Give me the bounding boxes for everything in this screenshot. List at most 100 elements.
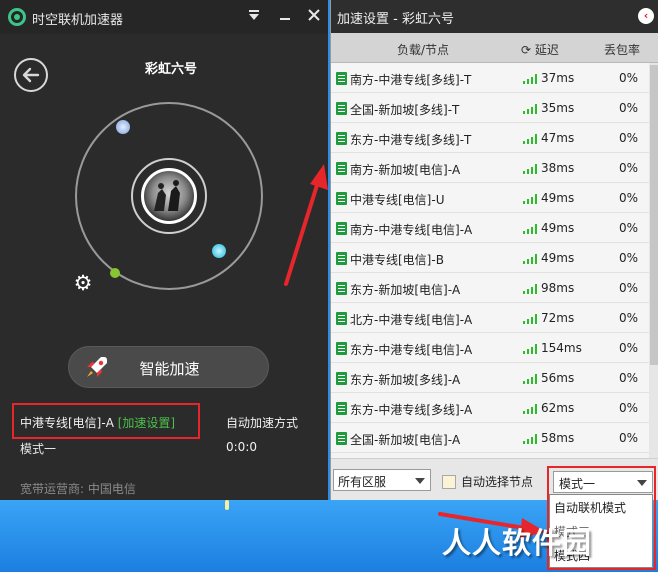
header-node[interactable]: 负载/节点: [397, 41, 449, 58]
node-name: 东方-新加坡[电信]-A: [350, 283, 461, 297]
signal-icon: [523, 374, 539, 384]
region-select[interactable]: 所有区服: [333, 469, 431, 491]
node-name: 南方-新加坡[电信]-A: [350, 163, 461, 177]
signal-icon: [523, 134, 539, 144]
main-window: 时空联机加速器 彩虹六号 ⚙ 智能加速 中港专线[电信]-A [加速设置] 模式…: [0, 0, 328, 500]
current-node-name: 中港专线[电信]-A: [20, 416, 114, 430]
node-name: 全国-新加坡[电信]-A: [350, 433, 461, 447]
server-icon: [336, 72, 347, 85]
table-row[interactable]: 南方-中港专线[电信]-A 49ms 0%: [331, 213, 649, 243]
smart-boost-button[interactable]: 智能加速: [68, 346, 269, 388]
node-loss: 0%: [619, 281, 639, 295]
header-loss[interactable]: 丢包率: [604, 41, 640, 58]
node-name: 全国-新加坡[多线]-T: [350, 103, 460, 117]
table-row[interactable]: 东方-新加坡[多线]-A 56ms 0%: [331, 363, 649, 393]
boost-label: 智能加速: [139, 360, 200, 378]
table-row[interactable]: 东方-新加坡[电信]-A 98ms 0%: [331, 273, 649, 303]
table-header: 负载/节点 ⟳ 延迟 丢包率: [331, 33, 658, 63]
node-name: 南方-中港专线[电信]-A: [350, 223, 473, 237]
node-ping: 72ms: [541, 311, 575, 325]
game-title: 彩虹六号: [144, 62, 197, 77]
node-loss: 0%: [619, 401, 639, 415]
signal-icon: [523, 224, 539, 234]
mode-label: 模式一: [20, 442, 57, 456]
header-ping-label: 延迟: [534, 43, 559, 57]
node-ping: 49ms: [541, 251, 575, 265]
node-name: 东方-中港专线[多线]-A: [350, 403, 473, 417]
signal-icon: [523, 284, 539, 294]
node-loss: 0%: [619, 221, 639, 235]
settings-panel: 加速设置 - 彩虹六号 ‹ 负载/节点 ⟳ 延迟 丢包率 南方-中港专线[多线]…: [330, 0, 658, 500]
scrollbar-thumb[interactable]: [650, 65, 658, 365]
node-loss: 0%: [619, 311, 639, 325]
scrollbar[interactable]: [649, 63, 658, 458]
minimize-icon[interactable]: [274, 6, 296, 28]
table-row[interactable]: 南方-新加坡[电信]-A 38ms 0%: [331, 153, 649, 183]
close-icon[interactable]: [303, 6, 325, 28]
node-ping: 154ms: [541, 341, 582, 355]
signal-icon: [523, 434, 539, 444]
node-ping: 49ms: [541, 191, 575, 205]
node-loss: 0%: [619, 131, 639, 145]
annotation-arrow: [284, 164, 328, 286]
node-list: 南方-中港专线[多线]-T 37ms 0% 全国-新加坡[多线]-T 35ms 0% 东方-…: [331, 63, 649, 458]
game-avatar: [141, 168, 197, 224]
table-row[interactable]: 南方-中港专线[多线]-T 37ms 0%: [331, 63, 649, 93]
node-loss: 0%: [619, 371, 639, 385]
menu-dropdown-icon[interactable]: [243, 6, 265, 28]
table-row[interactable]: 中港专线[电信]-B 49ms 0%: [331, 243, 649, 273]
node-ping: 37ms: [541, 71, 575, 85]
orbit-node-dot: [116, 120, 130, 134]
table-row[interactable]: 东方-中港专线[电信]-A 154ms 0%: [331, 333, 649, 363]
server-icon: [336, 192, 347, 205]
title-bar: 时空联机加速器: [0, 0, 328, 34]
node-name: 北方-中港专线[电信]-A: [350, 313, 473, 327]
node-settings-link[interactable]: [加速设置]: [118, 416, 175, 430]
server-icon: [336, 312, 347, 325]
signal-icon: [523, 74, 539, 84]
node-name: 东方-中港专线[多线]-T: [350, 133, 472, 147]
panel-title-bar: 加速设置 - 彩虹六号 ‹: [331, 0, 658, 33]
node-name: 东方-新加坡[多线]-A: [350, 373, 461, 387]
panel-back-icon[interactable]: ‹: [638, 8, 654, 24]
signal-icon: [523, 194, 539, 204]
node-name: 中港专线[电信]-B: [350, 253, 444, 267]
server-icon: [336, 432, 347, 445]
table-row[interactable]: 东方-中港专线[多线]-A 62ms 0%: [331, 393, 649, 423]
orbit-node-dot: [212, 244, 226, 258]
node-loss: 0%: [619, 431, 639, 445]
app-logo-icon: [8, 8, 26, 26]
node-loss: 0%: [619, 191, 639, 205]
chevron-down-icon: [415, 478, 425, 484]
current-node: 中港专线[电信]-A [加速设置]: [20, 414, 175, 431]
node-name: 中港专线[电信]-U: [350, 193, 445, 207]
panel-title: 加速设置 - 彩虹六号: [337, 12, 454, 27]
node-name: 东方-中港专线[电信]-A: [350, 343, 473, 357]
auto-select-label: 自动选择节点: [461, 475, 534, 489]
server-icon: [336, 162, 347, 175]
header-ping[interactable]: ⟳ 延迟: [521, 41, 559, 58]
signal-icon: [523, 164, 539, 174]
elapsed-time: 0:0:0: [226, 440, 257, 454]
gear-icon[interactable]: ⚙: [72, 272, 94, 294]
table-row[interactable]: 全国-新加坡[多线]-T 35ms 0%: [331, 93, 649, 123]
server-icon: [336, 222, 347, 235]
table-row[interactable]: 全国-新加坡[电信]-A 58ms 0%: [331, 423, 649, 453]
node-ping: 47ms: [541, 131, 575, 145]
auto-mode-label: 自动加速方式: [226, 416, 299, 430]
server-icon: [336, 132, 347, 145]
auto-select-checkbox[interactable]: [442, 475, 456, 489]
table-row[interactable]: 北方-中港专线[电信]-A 72ms 0%: [331, 303, 649, 333]
cursor-marker: [225, 500, 229, 510]
refresh-icon[interactable]: ⟳: [521, 43, 531, 57]
node-loss: 0%: [619, 251, 639, 265]
server-icon: [336, 342, 347, 355]
server-icon: [336, 372, 347, 385]
node-loss: 0%: [619, 161, 639, 175]
signal-icon: [523, 344, 539, 354]
soldiers-image: [154, 180, 180, 211]
table-row[interactable]: 中港专线[电信]-U 49ms 0%: [331, 183, 649, 213]
table-row[interactable]: 东方-中港专线[多线]-T 47ms 0%: [331, 123, 649, 153]
signal-icon: [523, 104, 539, 114]
server-icon: [336, 102, 347, 115]
